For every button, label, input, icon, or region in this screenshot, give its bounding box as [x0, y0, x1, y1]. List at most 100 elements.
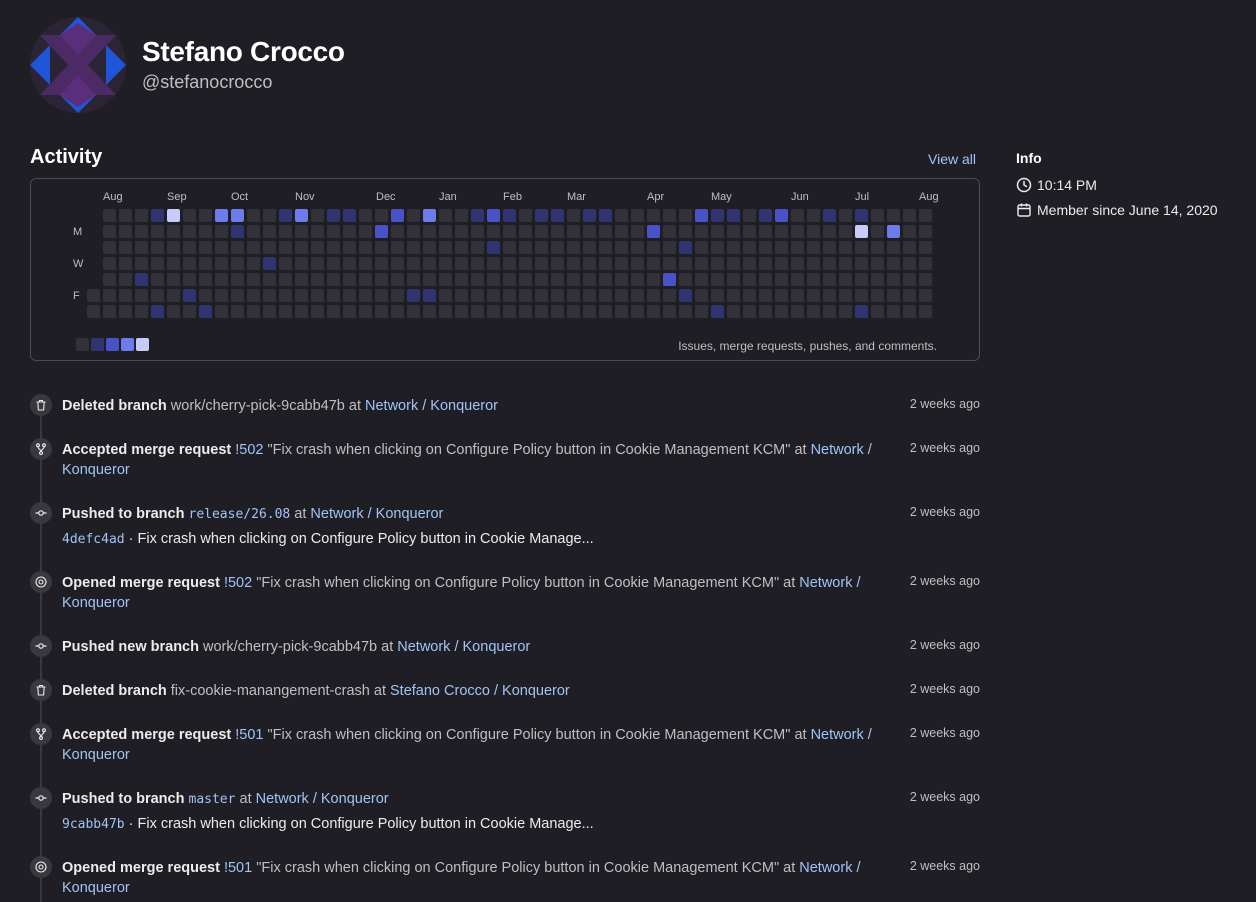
calendar-cell[interactable] [727, 289, 740, 302]
calendar-cell[interactable] [775, 257, 788, 270]
calendar-cell[interactable] [887, 209, 900, 222]
calendar-cell[interactable] [647, 209, 660, 222]
calendar-cell[interactable] [535, 241, 548, 254]
calendar-cell[interactable] [727, 257, 740, 270]
calendar-cell[interactable] [151, 305, 164, 318]
calendar-cell[interactable] [471, 209, 484, 222]
calendar-cell[interactable] [583, 257, 596, 270]
calendar-cell[interactable] [455, 209, 468, 222]
calendar-cell[interactable] [759, 273, 772, 286]
calendar-cell[interactable] [599, 209, 612, 222]
calendar-cell[interactable] [839, 225, 852, 238]
calendar-cell[interactable] [119, 225, 132, 238]
calendar-cell[interactable] [471, 241, 484, 254]
calendar-cell[interactable] [919, 241, 932, 254]
calendar-cell[interactable] [871, 225, 884, 238]
calendar-cell[interactable] [167, 305, 180, 318]
calendar-cell[interactable] [583, 289, 596, 302]
calendar-cell[interactable] [343, 209, 356, 222]
calendar-cell[interactable] [471, 273, 484, 286]
calendar-cell[interactable] [919, 257, 932, 270]
calendar-cell[interactable] [775, 273, 788, 286]
calendar-cell[interactable] [407, 305, 420, 318]
calendar-cell[interactable] [551, 305, 564, 318]
calendar-cell[interactable] [279, 273, 292, 286]
calendar-cell[interactable] [759, 289, 772, 302]
calendar-cell[interactable] [647, 273, 660, 286]
calendar-cell[interactable] [551, 225, 564, 238]
calendar-cell[interactable] [455, 241, 468, 254]
calendar-cell[interactable] [247, 289, 260, 302]
calendar-cell[interactable] [855, 225, 868, 238]
calendar-cell[interactable] [183, 209, 196, 222]
calendar-cell[interactable] [743, 273, 756, 286]
calendar-cell[interactable] [567, 225, 580, 238]
calendar-cell[interactable] [487, 305, 500, 318]
calendar-cell[interactable] [567, 273, 580, 286]
calendar-cell[interactable] [135, 257, 148, 270]
calendar-cell[interactable] [519, 257, 532, 270]
calendar-cell[interactable] [695, 289, 708, 302]
calendar-cell[interactable] [711, 225, 724, 238]
calendar-cell[interactable] [567, 241, 580, 254]
calendar-cell[interactable] [599, 305, 612, 318]
project-link[interactable]: Konqueror [62, 595, 130, 611]
calendar-cell[interactable] [695, 209, 708, 222]
calendar-cell[interactable] [695, 241, 708, 254]
calendar-cell[interactable] [423, 305, 436, 318]
calendar-cell[interactable] [135, 225, 148, 238]
calendar-cell[interactable] [359, 209, 372, 222]
calendar-cell[interactable] [567, 209, 580, 222]
calendar-cell[interactable] [375, 225, 388, 238]
calendar-cell[interactable] [311, 209, 324, 222]
calendar-cell[interactable] [503, 257, 516, 270]
calendar-cell[interactable] [807, 225, 820, 238]
calendar-cell[interactable] [343, 305, 356, 318]
calendar-cell[interactable] [423, 273, 436, 286]
calendar-cell[interactable] [231, 273, 244, 286]
calendar-cell[interactable] [631, 225, 644, 238]
calendar-cell[interactable] [695, 225, 708, 238]
calendar-cell[interactable] [903, 305, 916, 318]
calendar-cell[interactable] [215, 225, 228, 238]
merge-request-link[interactable]: !501 [224, 860, 252, 876]
calendar-cell[interactable] [503, 305, 516, 318]
calendar-cell[interactable] [295, 305, 308, 318]
calendar-cell[interactable] [631, 289, 644, 302]
calendar-cell[interactable] [103, 209, 116, 222]
calendar-cell[interactable] [279, 209, 292, 222]
calendar-cell[interactable] [103, 241, 116, 254]
calendar-cell[interactable] [311, 289, 324, 302]
calendar-cell[interactable] [823, 209, 836, 222]
calendar-cell[interactable] [407, 225, 420, 238]
calendar-cell[interactable] [759, 209, 772, 222]
calendar-cell[interactable] [663, 209, 676, 222]
calendar-cell[interactable] [247, 209, 260, 222]
calendar-cell[interactable] [231, 225, 244, 238]
calendar-cell[interactable] [359, 257, 372, 270]
calendar-cell[interactable] [919, 225, 932, 238]
calendar-cell[interactable] [311, 241, 324, 254]
calendar-cell[interactable] [327, 209, 340, 222]
calendar-cell[interactable] [391, 305, 404, 318]
calendar-cell[interactable] [455, 273, 468, 286]
calendar-cell[interactable] [839, 289, 852, 302]
calendar-cell[interactable] [231, 241, 244, 254]
calendar-cell[interactable] [631, 241, 644, 254]
calendar-cell[interactable] [775, 305, 788, 318]
calendar-cell[interactable] [519, 209, 532, 222]
calendar-cell[interactable] [487, 225, 500, 238]
calendar-cell[interactable] [791, 209, 804, 222]
calendar-cell[interactable] [775, 241, 788, 254]
calendar-cell[interactable] [519, 225, 532, 238]
calendar-cell[interactable] [119, 241, 132, 254]
calendar-cell[interactable] [359, 241, 372, 254]
calendar-cell[interactable] [327, 273, 340, 286]
calendar-cell[interactable] [743, 241, 756, 254]
calendar-cell[interactable] [199, 289, 212, 302]
calendar-cell[interactable] [183, 257, 196, 270]
calendar-cell[interactable] [711, 273, 724, 286]
calendar-cell[interactable] [791, 225, 804, 238]
calendar-cell[interactable] [679, 241, 692, 254]
calendar-cell[interactable] [311, 273, 324, 286]
